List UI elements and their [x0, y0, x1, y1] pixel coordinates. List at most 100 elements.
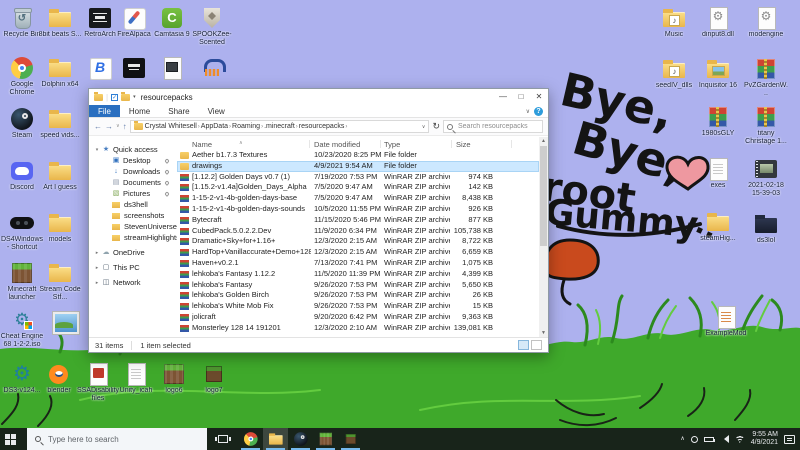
- desktop-icon-dolphin-x64[interactable]: Dolphin x64: [38, 56, 82, 89]
- details-view-button[interactable]: [518, 340, 529, 350]
- file-row-dramatic-sky-for-1-16[interactable]: Dramatic+Sky+for+1.16+12/3/2020 2:15 AMW…: [177, 236, 539, 247]
- tab-file[interactable]: File: [89, 105, 120, 117]
- battery-icon[interactable]: [704, 437, 714, 442]
- desktop-icon-stream-code-stf[interactable]: Stream Code Stf...: [38, 261, 82, 301]
- desktop-icon-1980sgly[interactable]: 1980sGLY: [696, 105, 740, 138]
- taskbar-app-steam[interactable]: [288, 428, 313, 450]
- file-row-1-15-2-v1-4b-golden-days-base[interactable]: 1-15-2-v1-4b-golden-days-base7/5/2020 9:…: [177, 193, 539, 204]
- chevron-icon[interactable]: ▸: [93, 280, 101, 286]
- sidebar-item-pictures[interactable]: ▧Pictures: [89, 188, 177, 199]
- large-icons-view-button[interactable]: [531, 340, 542, 350]
- desktop-icon-logo7[interactable]: logo7: [192, 362, 236, 395]
- desktop-icon-spookzee-scented[interactable]: SPOOKZee-Scented: [190, 6, 234, 46]
- desktop-icon-pvzgardenw[interactable]: PvZGardenW...: [744, 57, 788, 97]
- desktop-icon-examplemod[interactable]: ExampleMod: [704, 305, 748, 338]
- desktop-icon-photo[interactable]: [42, 310, 86, 334]
- sidebar-item-quick-access[interactable]: ▾★Quick access: [89, 144, 177, 155]
- column-header-size[interactable]: Size: [456, 140, 471, 149]
- file-row-hardtop-vanillaccurate-demo-128x-d[interactable]: HardTop+Vanillaccurate+Demo+128x+d...12/…: [177, 247, 539, 258]
- file-row-jolicraft[interactable]: jolicraft9/20/2020 6:42 PMWinRAR ZIP arc…: [177, 312, 539, 323]
- close-button[interactable]: ✕: [530, 89, 548, 105]
- sidebar-item-documents[interactable]: ▤Documents: [89, 177, 177, 188]
- file-row-drawings[interactable]: drawings4/9/2021 9:54 AMFile folder: [177, 161, 539, 172]
- desktop-icon-audacity[interactable]: [190, 56, 234, 80]
- file-row-lehkoba-s-white-mob-fix[interactable]: lehkoba's White Mob Fix9/26/2020 7:53 PM…: [177, 301, 539, 312]
- file-row-aether-b1-7-3-textures[interactable]: Aether b1.7.3 Textures10/23/2020 8:25 PM…: [177, 150, 539, 161]
- column-divider[interactable]: [380, 140, 381, 148]
- address-dropdown-icon[interactable]: ∨: [422, 124, 426, 130]
- scroll-up-icon[interactable]: ▲: [539, 138, 548, 144]
- column-divider[interactable]: [511, 140, 512, 148]
- file-row-1-12-2-golden-days-v0-7-1[interactable]: [1.12.2] Golden Days v0.7 (1)7/19/2020 7…: [177, 172, 539, 183]
- breadcrumb-segment-resourcepacks[interactable]: resourcepacks: [299, 123, 345, 130]
- file-row-1-15-2-v1-4a-golden-days-alpha[interactable]: [1.15.2-v1.4a]Golden_Days_Alpha7/5/2020 …: [177, 182, 539, 193]
- sidebar-item-this-pc[interactable]: ▸▢This PC: [89, 262, 177, 273]
- desktop-icon-filmfile[interactable]: [150, 56, 194, 80]
- volume-icon[interactable]: [720, 435, 729, 443]
- file-row-lehkoba-s-fantasy[interactable]: lehkoba's Fantasy9/26/2020 7:53 PMWinRAR…: [177, 280, 539, 291]
- taskbar-clock[interactable]: 9:55 AM 4/9/2021: [751, 431, 778, 447]
- address-bar[interactable]: Crystal Whitesell›AppData›Roaming›.minec…: [130, 120, 430, 133]
- desktop-icon-blender[interactable]: blender: [37, 362, 81, 395]
- forward-button[interactable]: →: [105, 123, 113, 131]
- desktop-icon-logo6[interactable]: logo6: [152, 362, 196, 395]
- sidebar-item-desktop[interactable]: ▣Desktop: [89, 155, 177, 166]
- taskbar-app-minecraft[interactable]: [338, 428, 363, 450]
- column-header-name[interactable]: Name: [192, 140, 212, 149]
- breadcrumb-segment-roaming[interactable]: Roaming: [232, 123, 260, 130]
- column-header-type[interactable]: Type: [384, 140, 400, 149]
- explorer-search-box[interactable]: [443, 120, 543, 133]
- tab-view[interactable]: View: [199, 105, 234, 117]
- desktop-icon-titany-christage-1[interactable]: titany Christage 1...: [744, 105, 788, 145]
- up-button[interactable]: ↑: [123, 123, 127, 131]
- chevron-icon[interactable]: ▸: [93, 265, 101, 271]
- minimize-button[interactable]: —: [494, 89, 512, 105]
- taskbar-app-minecraft-launcher[interactable]: [313, 428, 338, 450]
- start-button[interactable]: [0, 428, 27, 450]
- desktop-icon-steamhig[interactable]: steamHig...: [696, 210, 740, 243]
- column-header-date[interactable]: Date modified: [314, 140, 360, 149]
- sidebar-item-downloads[interactable]: ↓Downloads: [89, 166, 177, 177]
- properties-icon[interactable]: ✓: [111, 94, 118, 101]
- taskbar-app-chrome[interactable]: [238, 428, 263, 450]
- desktop-icon-dinput8-dll[interactable]: ⚙dinput8.dll: [696, 6, 740, 39]
- desktop-icon-art-i-guess[interactable]: Art I guess: [38, 159, 82, 192]
- desktop-icon-2021-02-18-15-39-03[interactable]: 2021-02-18 15-39-03: [744, 157, 788, 197]
- task-view-button[interactable]: [210, 428, 236, 450]
- file-row-monsterley-128-14-191201[interactable]: Monsterley 128 14 19120112/3/2020 2:10 A…: [177, 323, 539, 334]
- desktop-icon-exes[interactable]: exes: [696, 157, 740, 190]
- file-row-lehkoba-s-fantasy-1-12-2[interactable]: lehkoba's Fantasy 1.12.211/5/2020 11:39 …: [177, 269, 539, 280]
- sidebar-item-ds3hell[interactable]: ds3hell: [89, 199, 177, 210]
- sidebar-item-network[interactable]: ▸◫Network: [89, 277, 177, 288]
- sidebar-item-onedrive[interactable]: ▸☁OneDrive: [89, 247, 177, 258]
- chevron-up-icon[interactable]: ∧: [680, 436, 684, 442]
- chevron-icon[interactable]: ▸: [93, 250, 101, 256]
- onedrive-tray-icon[interactable]: [691, 436, 698, 443]
- recent-locations-icon[interactable]: ∨: [116, 124, 120, 129]
- breadcrumb-segment-appdata[interactable]: AppData: [201, 123, 228, 130]
- action-center-icon[interactable]: [784, 435, 795, 444]
- desktop-icon-8bit-beats-s[interactable]: 8bit beats S...: [38, 6, 82, 39]
- file-row-cubedpack-5-0-2-2-dev[interactable]: CubedPack.5.0.2.2.Dev11/9/2020 6:34 PMWi…: [177, 226, 539, 237]
- explorer-search-input[interactable]: [456, 122, 542, 131]
- sidebar-item-screenshots[interactable]: screenshots: [89, 210, 177, 221]
- scrollbar-thumb[interactable]: [540, 146, 547, 246]
- breadcrumb-segment-minecraft[interactable]: .minecraft: [264, 123, 295, 130]
- maximize-button[interactable]: □: [512, 89, 530, 105]
- taskbar-search-box[interactable]: [27, 428, 207, 450]
- desktop-icon-modengine[interactable]: ⚙modengine: [744, 6, 788, 39]
- taskbar-app-file-explorer[interactable]: [263, 428, 288, 450]
- chevron-icon[interactable]: ▾: [93, 147, 101, 153]
- customize-toolbar-icon[interactable]: ▾: [133, 94, 136, 100]
- breadcrumb-segment-crystal-whitesell[interactable]: Crystal Whitesell: [145, 123, 197, 130]
- desktop-icon-ds3lol[interactable]: ds3lol: [744, 212, 788, 245]
- sidebar-item-stevenuniverseholt[interactable]: StevenUniverseHolt: [89, 221, 177, 232]
- desktop-icon-seediv-dlls[interactable]: ♪seedIV_dlls: [652, 57, 696, 90]
- sidebar-item-streamhighlights[interactable]: streamHighlights: [89, 232, 177, 243]
- desktop-icon-cheat-engine-68-1-2-2-iso[interactable]: ⚙Cheat Engine 68 1-2-2.iso: [0, 308, 44, 348]
- scroll-down-icon[interactable]: ▼: [539, 330, 548, 336]
- new-folder-icon[interactable]: [121, 94, 130, 101]
- breadcrumb-separator-icon[interactable]: ›: [344, 124, 348, 130]
- tab-home[interactable]: Home: [120, 105, 159, 117]
- desktop-icon-speed-vids[interactable]: speed vids...: [38, 107, 82, 140]
